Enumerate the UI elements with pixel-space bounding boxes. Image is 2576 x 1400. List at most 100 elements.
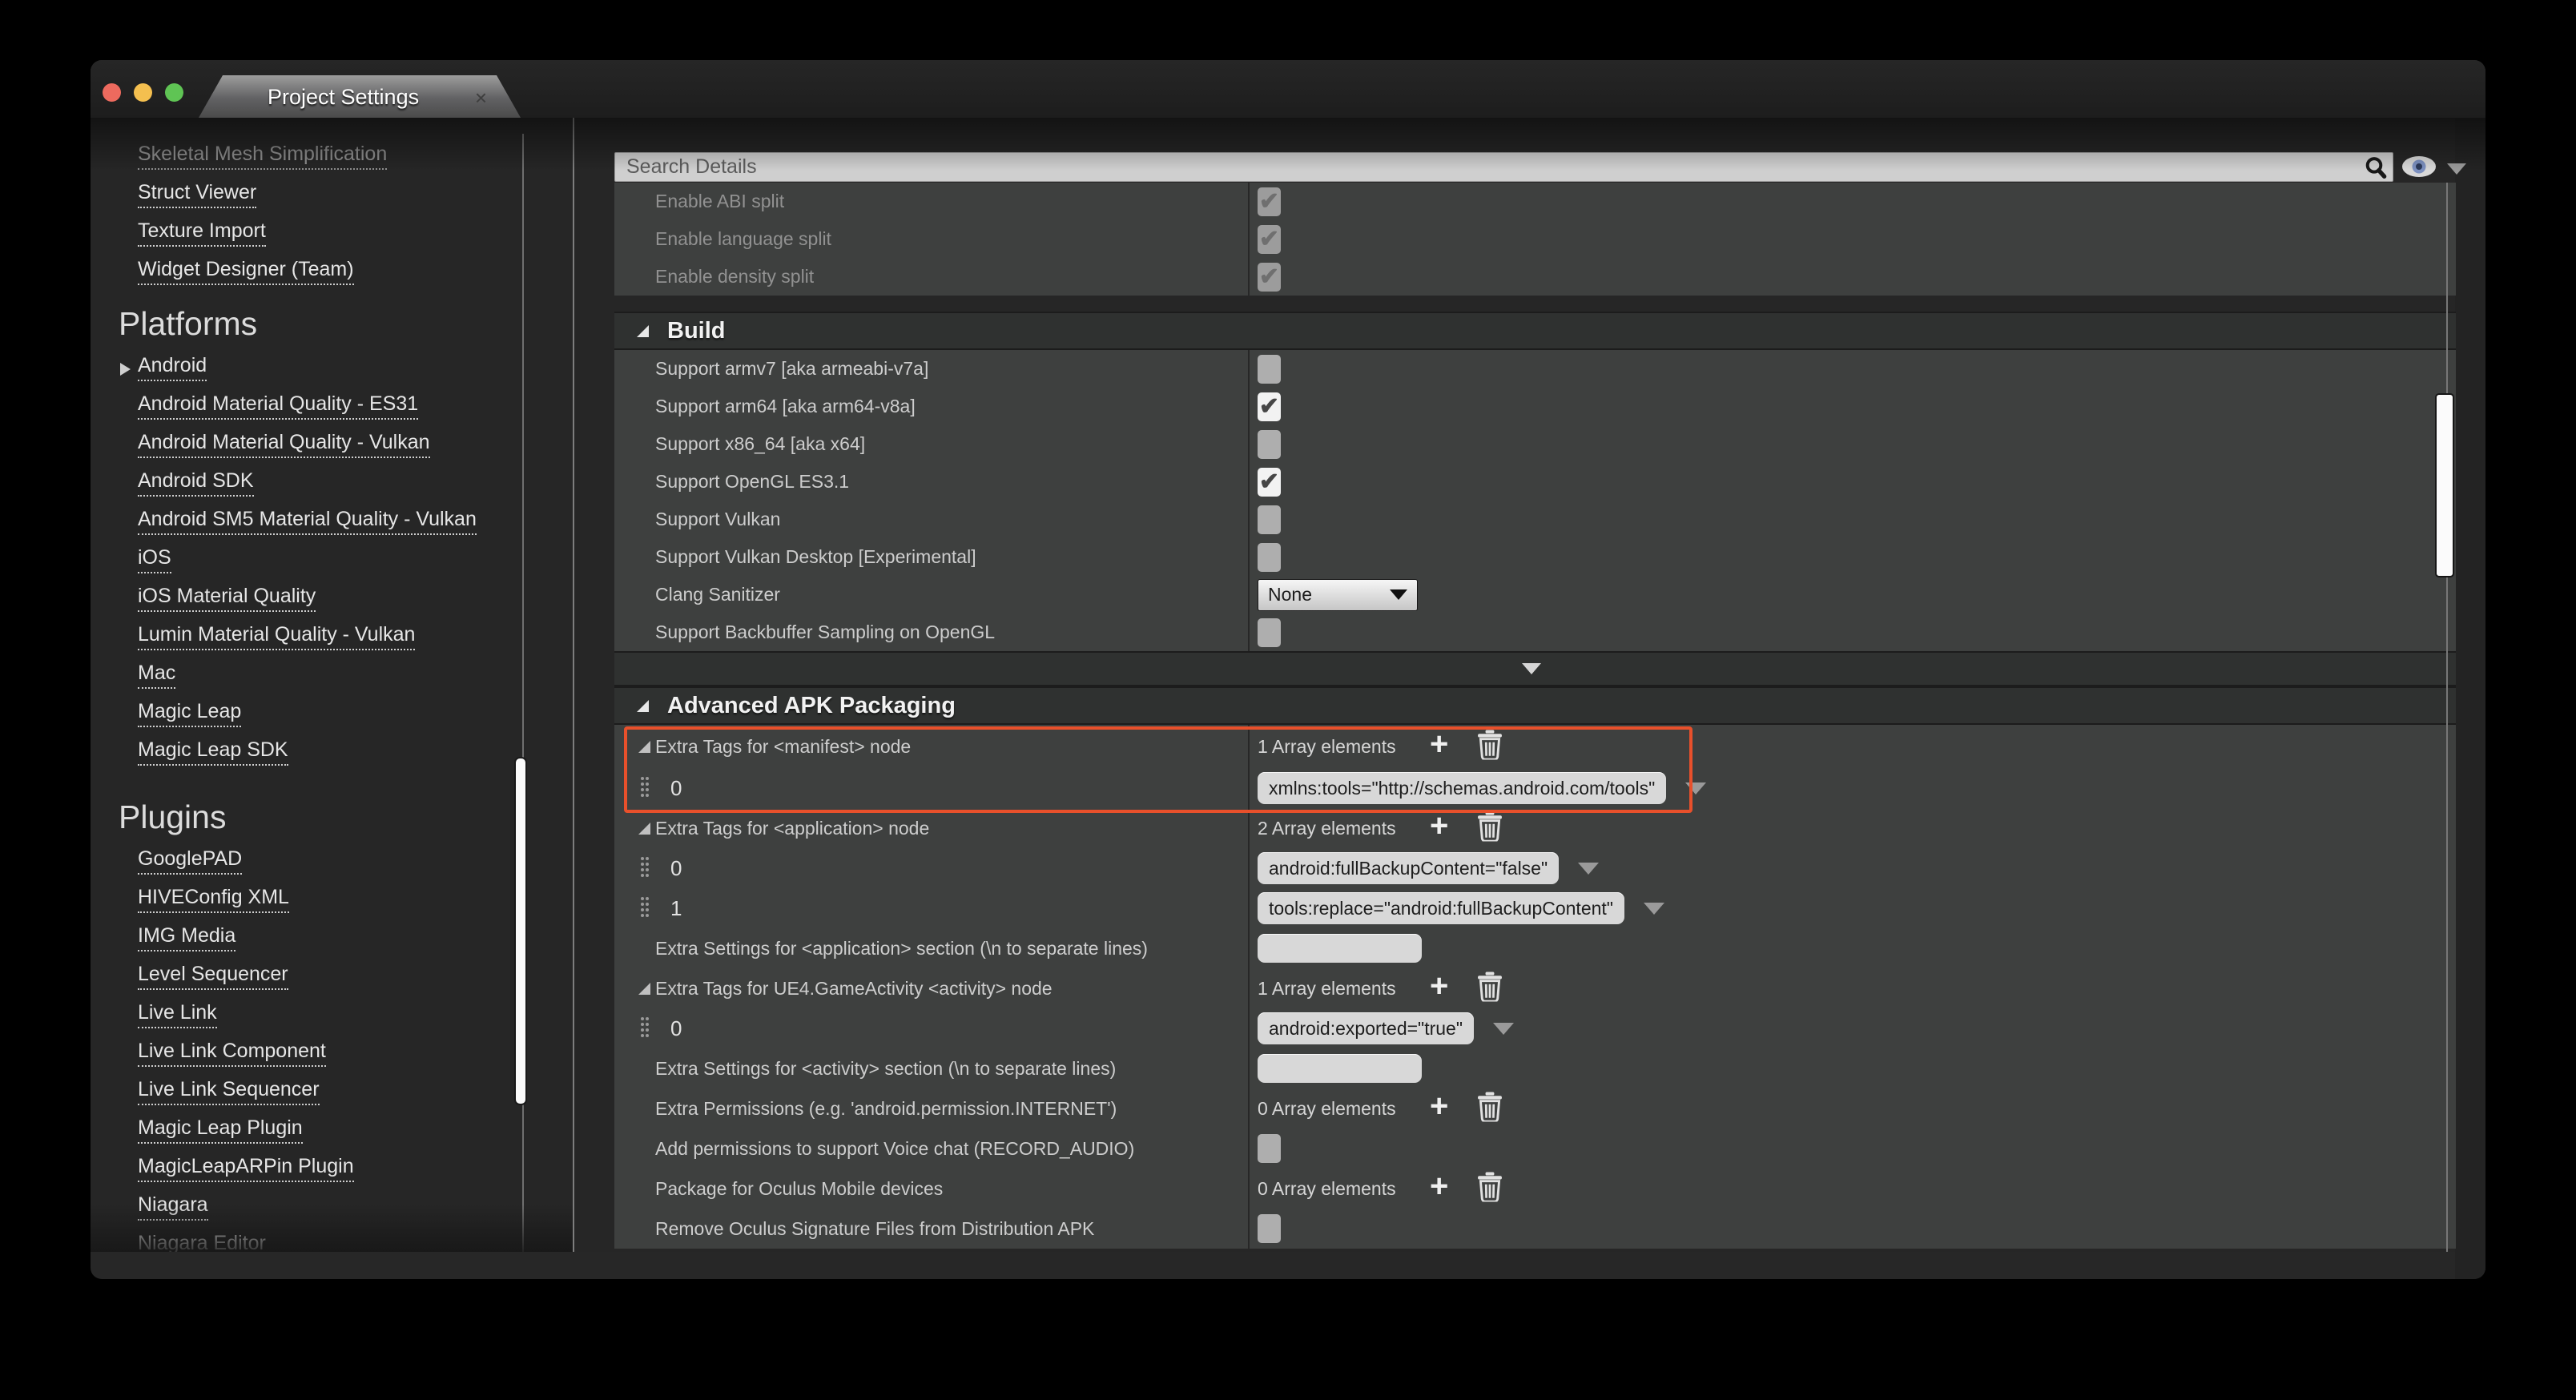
add-element-button[interactable]: + <box>1430 1088 1448 1124</box>
sidebar-item-android-sdk[interactable]: Android SDK <box>91 465 573 504</box>
drag-handle-icon[interactable] <box>641 1017 650 1040</box>
checkbox[interactable] <box>1258 505 1281 534</box>
sidebar-item-texture-import[interactable]: Texture Import <box>91 215 573 254</box>
add-element-button[interactable]: + <box>1430 1169 1448 1205</box>
text-input[interactable] <box>1258 934 1422 963</box>
project-settings-window: Project Settings × Skeletal Mesh Simplif… <box>91 60 2485 1279</box>
sidebar-item-label: Texture Import <box>138 216 266 247</box>
sidebar-item-label: iOS Material Quality <box>138 581 316 612</box>
expander-icon[interactable] <box>638 983 650 995</box>
title-bar[interactable]: Project Settings × <box>91 60 2485 118</box>
chevron-down-icon[interactable] <box>1685 782 1706 795</box>
sidebar-item-googlepad[interactable]: GooglePAD <box>91 843 573 882</box>
sidebar-item-lumin-material-quality-vulkan[interactable]: Lumin Material Quality - Vulkan <box>91 619 573 658</box>
checkbox[interactable] <box>1258 1134 1281 1163</box>
sidebar-item-magic-leap-plugin[interactable]: Magic Leap Plugin <box>91 1112 573 1151</box>
settings-row: Support Vulkan <box>614 501 2456 538</box>
sidebar-item-magic-leap[interactable]: Magic Leap <box>91 696 573 734</box>
sidebar-scrollbar-thumb[interactable] <box>514 757 527 1105</box>
value-input[interactable]: tools:replace="android:fullBackupContent… <box>1258 892 1624 924</box>
text-input[interactable] <box>1258 1054 1422 1083</box>
sidebar-item-hiveconfig-xml[interactable]: HIVEConfig XML <box>91 882 573 920</box>
section-title: Advanced APK Packaging <box>667 693 956 719</box>
section-expander-icon[interactable] <box>637 325 649 337</box>
array-element-index: 0 <box>670 856 682 881</box>
details-scrollbar-track[interactable] <box>2446 183 2448 1252</box>
sidebar-item-android-material-quality-vulkan[interactable]: Android Material Quality - Vulkan <box>91 427 573 465</box>
drag-handle-icon[interactable] <box>641 857 650 879</box>
search-input[interactable] <box>614 152 2393 182</box>
show-advanced-icon[interactable] <box>1522 663 1541 674</box>
dropdown-select[interactable]: None <box>1258 579 1418 611</box>
tab-title: Project Settings <box>268 85 419 110</box>
section-header-apk[interactable]: Advanced APK Packaging <box>614 686 2456 725</box>
value-input[interactable]: android:exported="true" <box>1258 1012 1474 1044</box>
sidebar-item-level-sequencer[interactable]: Level Sequencer <box>91 959 573 997</box>
delete-elements-button[interactable] <box>1476 972 1503 1006</box>
tab-project-settings[interactable]: Project Settings × <box>199 75 521 118</box>
setting-label: Clang Sanitizer <box>655 584 780 605</box>
delete-elements-button[interactable] <box>1476 730 1503 764</box>
drag-handle-icon[interactable] <box>641 777 650 799</box>
delete-elements-button[interactable] <box>1476 1092 1503 1126</box>
add-element-button[interactable]: + <box>1430 968 1448 1004</box>
sidebar-item-magicleaparpin-plugin[interactable]: MagicLeapARPin Plugin <box>91 1151 573 1189</box>
section-expander-icon[interactable] <box>637 700 649 712</box>
chevron-down-icon[interactable] <box>1578 863 1599 875</box>
sidebar-item-struct-viewer[interactable]: Struct Viewer <box>91 177 573 215</box>
checkbox[interactable]: ✔ <box>1258 187 1281 216</box>
drag-handle-icon[interactable] <box>641 897 650 919</box>
sidebar-item-android[interactable]: Android <box>91 350 573 388</box>
sidebar-item-live-link-sequencer[interactable]: Live Link Sequencer <box>91 1074 573 1112</box>
sidebar-item-skeletal-mesh-simplification[interactable]: Skeletal Mesh Simplification <box>91 139 573 177</box>
checkbox[interactable]: ✔ <box>1258 263 1281 292</box>
checkbox[interactable]: ✔ <box>1258 468 1281 497</box>
close-tab-icon[interactable]: × <box>475 86 487 111</box>
value-input[interactable]: android:fullBackupContent="false" <box>1258 852 1559 884</box>
sidebar-item-live-link-component[interactable]: Live Link Component <box>91 1036 573 1074</box>
sidebar-item-img-media[interactable]: IMG Media <box>91 920 573 959</box>
sidebar-item-live-link[interactable]: Live Link <box>91 997 573 1036</box>
sidebar-item-android-sm5-material-quality-vulkan[interactable]: Android SM5 Material Quality - Vulkan <box>91 504 573 542</box>
expander-icon[interactable] <box>638 741 650 753</box>
chevron-down-icon[interactable] <box>1493 1023 1514 1035</box>
sidebar-item-mac[interactable]: Mac <box>91 658 573 696</box>
sidebar-item-widget-designer-team-[interactable]: Widget Designer (Team) <box>91 254 573 292</box>
settings-row: Support arm64 [aka arm64-v8a] ✔ <box>614 388 2456 425</box>
setting-label: Support Backbuffer Sampling on OpenGL <box>655 622 995 643</box>
delete-elements-button[interactable] <box>1476 811 1503 846</box>
add-element-button[interactable]: + <box>1430 808 1448 844</box>
view-options-eye-icon[interactable] <box>2401 155 2437 183</box>
current-item-arrow-icon <box>120 363 131 376</box>
checkbox[interactable] <box>1258 618 1281 647</box>
section-title: Build <box>667 318 726 344</box>
section-header-build[interactable]: Build <box>614 312 2456 350</box>
view-options-caret-icon[interactable] <box>2447 163 2466 175</box>
minimize-window-button[interactable] <box>134 83 152 102</box>
array-element-index: 0 <box>670 1016 682 1041</box>
close-window-button[interactable] <box>103 83 121 102</box>
checkbox[interactable]: ✔ <box>1258 392 1281 421</box>
sidebar-item-magic-leap-sdk[interactable]: Magic Leap SDK <box>91 734 573 773</box>
array-count-label: 0 Array elements <box>1258 1098 1396 1120</box>
checkbox[interactable] <box>1258 355 1281 384</box>
details-scrollbar-thumb[interactable] <box>2435 393 2454 577</box>
add-element-button[interactable]: + <box>1430 726 1448 762</box>
delete-elements-button[interactable] <box>1476 1172 1503 1206</box>
setting-label: Enable ABI split <box>655 191 784 212</box>
checkbox[interactable] <box>1258 430 1281 459</box>
checkbox[interactable] <box>1258 1214 1281 1243</box>
chevron-down-icon[interactable] <box>1644 903 1664 915</box>
expander-icon[interactable] <box>638 823 650 835</box>
setting-label: Extra Permissions (e.g. 'android.permiss… <box>655 1098 1117 1120</box>
zoom-window-button[interactable] <box>165 83 183 102</box>
search-icon <box>2363 155 2389 184</box>
array-setting-row: Extra Permissions (e.g. 'android.permiss… <box>614 1088 2456 1128</box>
checkbox[interactable] <box>1258 543 1281 572</box>
sidebar-item-android-material-quality-es31[interactable]: Android Material Quality - ES31 <box>91 388 573 427</box>
sidebar-item-ios[interactable]: iOS <box>91 542 573 581</box>
value-input[interactable]: xmlns:tools="http://schemas.android.com/… <box>1258 772 1666 804</box>
checkbox[interactable]: ✔ <box>1258 225 1281 254</box>
sidebar-item-ios-material-quality[interactable]: iOS Material Quality <box>91 581 573 619</box>
sidebar-item-label: Skeletal Mesh Simplification <box>138 139 387 170</box>
